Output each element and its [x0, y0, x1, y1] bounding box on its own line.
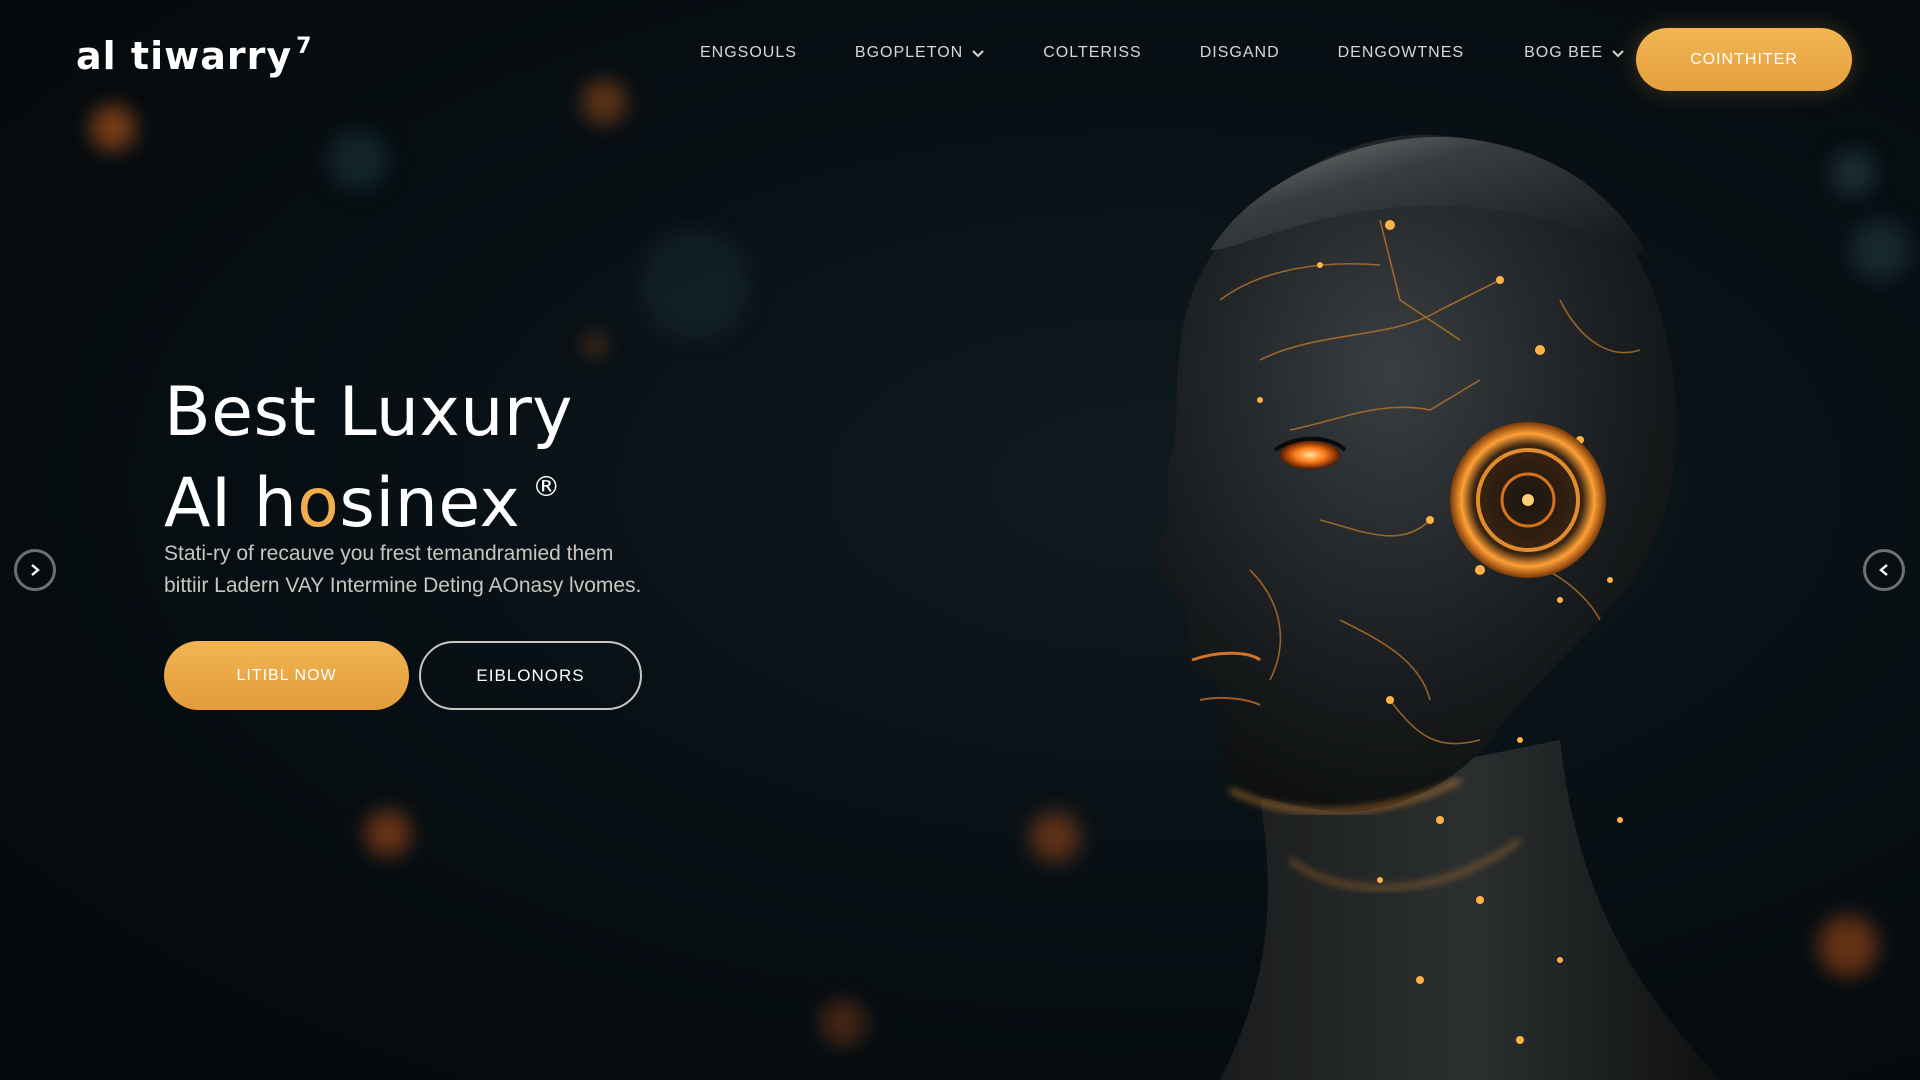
nav-item-label: DISGAND [1199, 44, 1280, 61]
chevron-down-icon [1612, 50, 1624, 58]
bokeh-dot [1850, 220, 1910, 280]
brand-logo[interactable]: al tiwarry 7 [76, 34, 312, 78]
nav-item-bgopleton[interactable]: BGOPLETON [855, 44, 985, 62]
bokeh-dot [585, 335, 605, 355]
hero-title-line2-a: AI h [164, 464, 298, 543]
hero-title-line2-b: sinex [339, 464, 521, 543]
bokeh-dot [820, 1000, 866, 1046]
hero-title-accent-letter: o [297, 464, 340, 543]
secondary-cta-button[interactable]: EIBLONORS [419, 641, 642, 710]
nav-item-disgand[interactable]: DISGAND [1200, 44, 1280, 62]
carousel-prev-button[interactable] [14, 549, 56, 591]
top-navigation: al tiwarry 7 ENGSOULS BGOPLETON COLTERISS… [0, 0, 1920, 120]
nav-item-label: DENGOWTNES [1337, 44, 1465, 61]
registered-mark: ® [532, 470, 561, 503]
hero-title-line1: Best Luxury [164, 373, 574, 452]
chevron-left-icon [1879, 564, 1888, 576]
chevron-down-icon [972, 50, 984, 58]
nav-item-label: BGOPLETON [854, 44, 964, 61]
bokeh-dot [640, 230, 750, 340]
nav-item-bog-bee[interactable]: BOG BEE [1524, 44, 1625, 62]
nav-item-colteriss[interactable]: COLTERISS [1043, 44, 1142, 62]
bokeh-dot [365, 810, 411, 856]
logo-mark: 7 [296, 34, 313, 59]
header-cta-button[interactable]: COINTHITER [1636, 28, 1852, 91]
ai-robot-head-illustration [1157, 134, 1720, 1080]
nav-item-engsouls[interactable]: ENGSOULS [700, 44, 797, 62]
main-nav: ENGSOULS BGOPLETON COLTERISS DISGAND DEN… [700, 44, 1625, 62]
nav-item-label: ENGSOULS [700, 44, 797, 61]
landing-page: al tiwarry 7 ENGSOULS BGOPLETON COLTERISS… [0, 0, 1920, 1080]
hero-subtitle-line1: Stati-ry of recauve you frest temandrami… [164, 542, 614, 565]
hero-subtitle-line2: bittiir Ladern VAY Intermine Deting AOna… [164, 574, 642, 597]
nav-item-label: COLTERISS [1043, 44, 1142, 61]
hero-title: Best Luxury AI hosinex ® [164, 376, 764, 541]
carousel-next-button[interactable] [1863, 549, 1905, 591]
hero-subtitle: Stati-ry of recauve you frest temandrami… [164, 538, 724, 602]
primary-cta-button[interactable]: LITIBL NOW [164, 641, 409, 710]
logo-text: al tiwarry [76, 34, 293, 78]
chevron-right-icon [31, 564, 40, 576]
bokeh-dot [328, 130, 388, 190]
nav-item-dengowtnes[interactable]: DENGOWTNES [1338, 44, 1464, 62]
nav-item-label: BOG BEE [1524, 44, 1604, 61]
